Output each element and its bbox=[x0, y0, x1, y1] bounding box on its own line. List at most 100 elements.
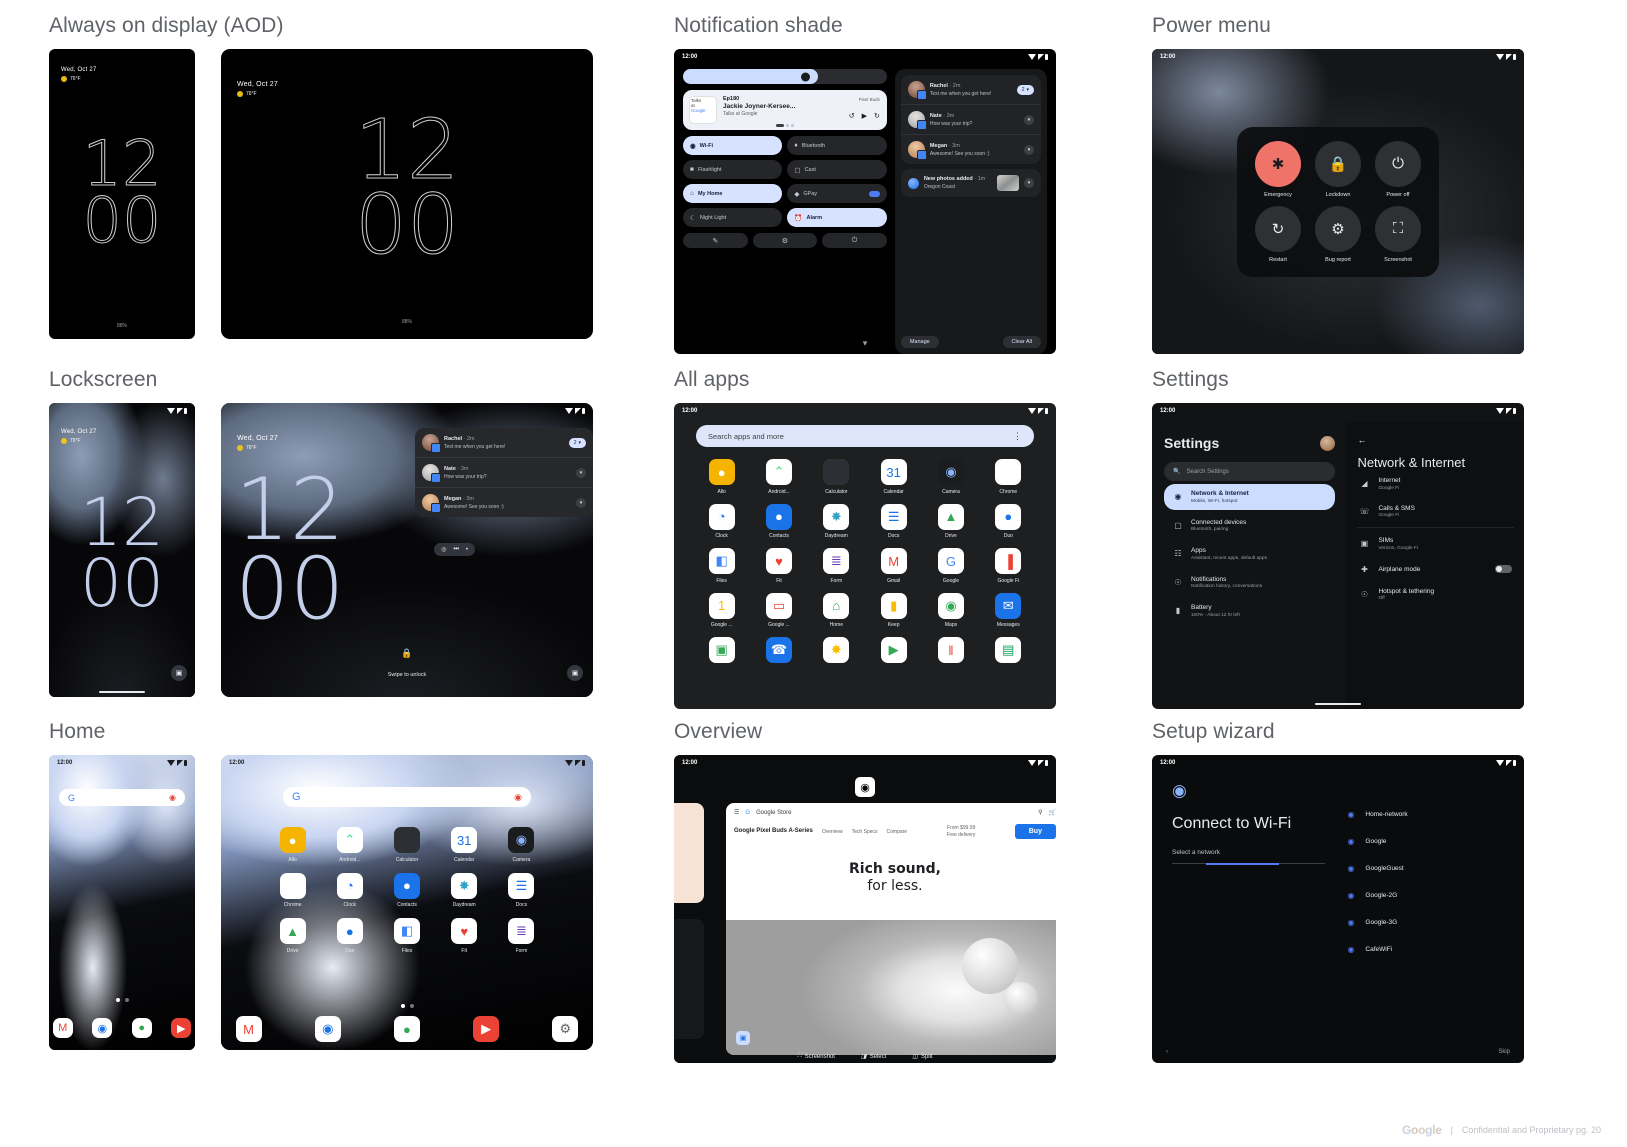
app-android[interactable]: ⌃ Android... bbox=[753, 459, 804, 495]
media-player-card[interactable]: Talks at Google Ep180 Jackie Joyner-Kers… bbox=[683, 90, 887, 130]
app-contacts[interactable]: ● Contacts bbox=[753, 503, 804, 539]
home-app-camera[interactable]: ◉ Camera bbox=[496, 827, 547, 863]
app-clock[interactable]: ◔ Clock bbox=[696, 503, 747, 539]
settings-tablet[interactable]: 12:00 Settings 🔍 Search Settings ◉ Netwo… bbox=[1152, 403, 1524, 709]
app-keep[interactable]: ▮ Keep bbox=[868, 592, 919, 628]
lockscreen-tablet[interactable]: Wed, Oct 27 76°F 12 00 Rachel · 2m Text … bbox=[221, 403, 593, 697]
brightness-knob[interactable] bbox=[801, 72, 811, 81]
app-google[interactable]: 1 Google ... bbox=[696, 592, 747, 628]
search-icon[interactable]: ⚲ bbox=[1038, 809, 1042, 816]
google-lens-icon[interactable]: ◉ bbox=[514, 792, 522, 803]
detail-row-internet[interactable]: ◢ Internet Google Fi bbox=[1357, 470, 1514, 498]
home-app-allo[interactable]: ● Allo bbox=[267, 827, 318, 863]
notification-row[interactable]: Megan · 3m Awesome! See you soon :) ▾ bbox=[901, 135, 1041, 164]
select-action[interactable]: ◨ Select bbox=[861, 1053, 886, 1061]
back-arrow-icon[interactable]: ← bbox=[1357, 435, 1514, 445]
app-camera[interactable]: ◉ Camera bbox=[925, 459, 976, 495]
home-app-daydream[interactable]: ✸ Daydream bbox=[439, 872, 490, 908]
app-gmail[interactable]: M Gmail bbox=[868, 548, 919, 584]
app-google-fi[interactable]: ▐ Google Fi bbox=[983, 548, 1034, 584]
photos-notification[interactable]: New photos added · 1m Oregon Coast ▾ bbox=[900, 169, 1041, 197]
network-item-4[interactable]: ◉ Google-3G bbox=[1345, 909, 1510, 936]
dock-app-maps[interactable]: ● bbox=[131, 1018, 152, 1038]
chrome-icon[interactable]: ◉ bbox=[855, 777, 875, 797]
home-app-fit[interactable]: ♥ Fit bbox=[439, 918, 490, 954]
app-play[interactable]: ▶ bbox=[868, 637, 919, 667]
chevron-down-icon[interactable]: ▾ bbox=[1024, 144, 1034, 155]
skip-button[interactable]: Skip bbox=[1498, 1049, 1510, 1055]
power-icon[interactable]: ⏻ bbox=[822, 233, 887, 248]
chevron-down-icon[interactable]: ▾ bbox=[1024, 178, 1034, 188]
edit-icon[interactable]: ✎ bbox=[683, 233, 748, 248]
screenshot-thumbnail-icon[interactable]: ▣ bbox=[736, 1031, 750, 1045]
cart-icon[interactable]: 🛒 bbox=[1049, 809, 1056, 816]
settings-gear-icon[interactable]: ⚙ bbox=[752, 233, 818, 248]
airplane-mode-toggle[interactable] bbox=[1495, 565, 1512, 573]
app-duo[interactable]: ● Duo bbox=[983, 503, 1034, 539]
home-app-files[interactable]: ◧ Files bbox=[381, 918, 432, 954]
app-google[interactable]: G Google bbox=[925, 548, 976, 584]
sidebar-item-notifications[interactable]: ☉ Notifications Notification history, co… bbox=[1164, 570, 1335, 596]
app-fit[interactable]: ♥ Fit bbox=[753, 548, 804, 584]
media-output-badge[interactable]: Pixel Buds bbox=[859, 97, 880, 102]
home-app-form[interactable]: ≣ Form bbox=[496, 918, 547, 954]
tile-night-light[interactable]: ☾ Night Light bbox=[683, 208, 783, 227]
forward-icon[interactable]: ↻ bbox=[874, 112, 880, 120]
app-photos2[interactable]: ▣ bbox=[696, 637, 747, 667]
dock-app-maps[interactable]: ● bbox=[393, 1016, 420, 1042]
app-chrome[interactable]: Chrome bbox=[983, 459, 1034, 495]
back-button[interactable]: ‹ bbox=[1166, 1049, 1168, 1055]
sidebar-item-network-internet[interactable]: ◉ Network & Internet Mobile, Wi-Fi, hots… bbox=[1164, 484, 1336, 510]
app-form[interactable]: ≣ Form bbox=[811, 548, 862, 584]
home-app-calendar[interactable]: 31 Calendar bbox=[439, 827, 490, 863]
split-action[interactable]: ◫ Split bbox=[912, 1053, 932, 1061]
search-input[interactable]: 🔍 Search Settings bbox=[1164, 462, 1336, 481]
notification-row[interactable]: Rachel · 2m Text me when you get here! 2… bbox=[415, 428, 593, 458]
power-item-bug-report[interactable]: ⚙ Bug report bbox=[1315, 205, 1361, 263]
home-app-calculator[interactable]: Calculator bbox=[381, 827, 432, 863]
sidebar-item-connected-devices[interactable]: ▢ Connected devices Bluetooth, pairing bbox=[1164, 513, 1335, 539]
overview-tablet[interactable]: 12:00 ◉ ☰ G Google Store ⚲ 🛒 Google Pixe… bbox=[674, 755, 1056, 1063]
app-home[interactable]: ⌂ Home bbox=[811, 592, 862, 628]
detail-row-calls-sms[interactable]: ☏ Calls & SMS Google Fi bbox=[1357, 498, 1514, 526]
chevron-down-icon[interactable]: ▾ bbox=[1024, 114, 1034, 125]
lockscreen-phone[interactable]: Wed, Oct 27 76°F 12 00 ▣ bbox=[49, 403, 195, 697]
sidebar-item-battery[interactable]: ▮ Battery 100% - About 12 hr left bbox=[1164, 598, 1335, 624]
app-phone[interactable]: ☎ bbox=[753, 637, 804, 667]
aod-tablet[interactable]: Wed, Oct 27 76°F 12 00 88% bbox=[221, 49, 593, 339]
chevron-down-icon[interactable]: ▾ bbox=[576, 497, 586, 508]
app-messages[interactable]: ✉ Messages bbox=[983, 592, 1034, 628]
sidebar-item-apps[interactable]: ☷ Apps Assistant, recent apps, default a… bbox=[1164, 541, 1335, 567]
mic-icon[interactable]: ◎ bbox=[441, 546, 446, 553]
rewind-icon[interactable]: ↺ bbox=[849, 112, 855, 120]
notification-row[interactable]: Megan · 3m Awesome! See you soon :) ▾ bbox=[415, 488, 593, 517]
collapse-chevron-icon[interactable]: ▾ bbox=[863, 338, 868, 349]
power-item-power-off[interactable]: ⏻ Power off bbox=[1375, 140, 1421, 198]
power-item-restart[interactable]: ↻ Restart bbox=[1255, 205, 1301, 263]
google-search-bar[interactable]: G ◉ bbox=[59, 789, 185, 806]
media-controls[interactable]: ↺ ▶ ↻ bbox=[849, 112, 880, 120]
all-apps-tablet[interactable]: 12:00 Search apps and more ⋮ ● Allo ⌃ Andro… bbox=[674, 403, 1056, 709]
reply-pill-button[interactable]: 2 ▾ bbox=[1016, 84, 1034, 95]
manage-button[interactable]: Manage bbox=[900, 336, 939, 348]
setup-wizard-tablet[interactable]: 12:00 ◉ Connect to Wi-Fi Select a networ… bbox=[1152, 755, 1524, 1063]
next-track-icon[interactable]: ⏭ bbox=[453, 546, 458, 553]
more-options-icon[interactable]: ⋮ bbox=[1013, 431, 1022, 442]
home-app-contacts[interactable]: ● Contacts bbox=[381, 872, 432, 908]
home-app-duo[interactable]: ● Duo bbox=[324, 918, 375, 954]
tile-alarm[interactable]: ⏰ Alarm bbox=[787, 208, 887, 227]
google-search-bar[interactable]: G ◉ bbox=[283, 787, 531, 807]
notification-row[interactable]: Nate · 3m How was your trip? ▾ bbox=[415, 458, 593, 488]
nav-tech-specs[interactable]: Tech Specs bbox=[852, 829, 878, 835]
app-daydream[interactable]: ✸ Daydream bbox=[811, 503, 862, 539]
dock-app-youtube[interactable]: ▶ bbox=[171, 1018, 192, 1038]
home-app-chrome[interactable]: Chrome bbox=[267, 872, 318, 908]
screenshot-action[interactable]: ⛶ Screenshot bbox=[797, 1053, 835, 1060]
camera-shortcut-icon[interactable]: ▣ bbox=[171, 665, 187, 681]
detail-row-airplane-mode[interactable]: ✚ Airplane mode bbox=[1357, 558, 1514, 581]
aod-phone[interactable]: Wed, Oct 27 76°F 12 00 88% bbox=[49, 49, 195, 339]
notification-row[interactable]: Nate · 3m How was your trip? ▾ bbox=[900, 105, 1041, 135]
app-calculator[interactable]: Calculator bbox=[811, 459, 862, 495]
home-app-docs[interactable]: ☰ Docs bbox=[496, 872, 547, 908]
dock-app-settings[interactable]: ⚙ bbox=[552, 1016, 579, 1042]
